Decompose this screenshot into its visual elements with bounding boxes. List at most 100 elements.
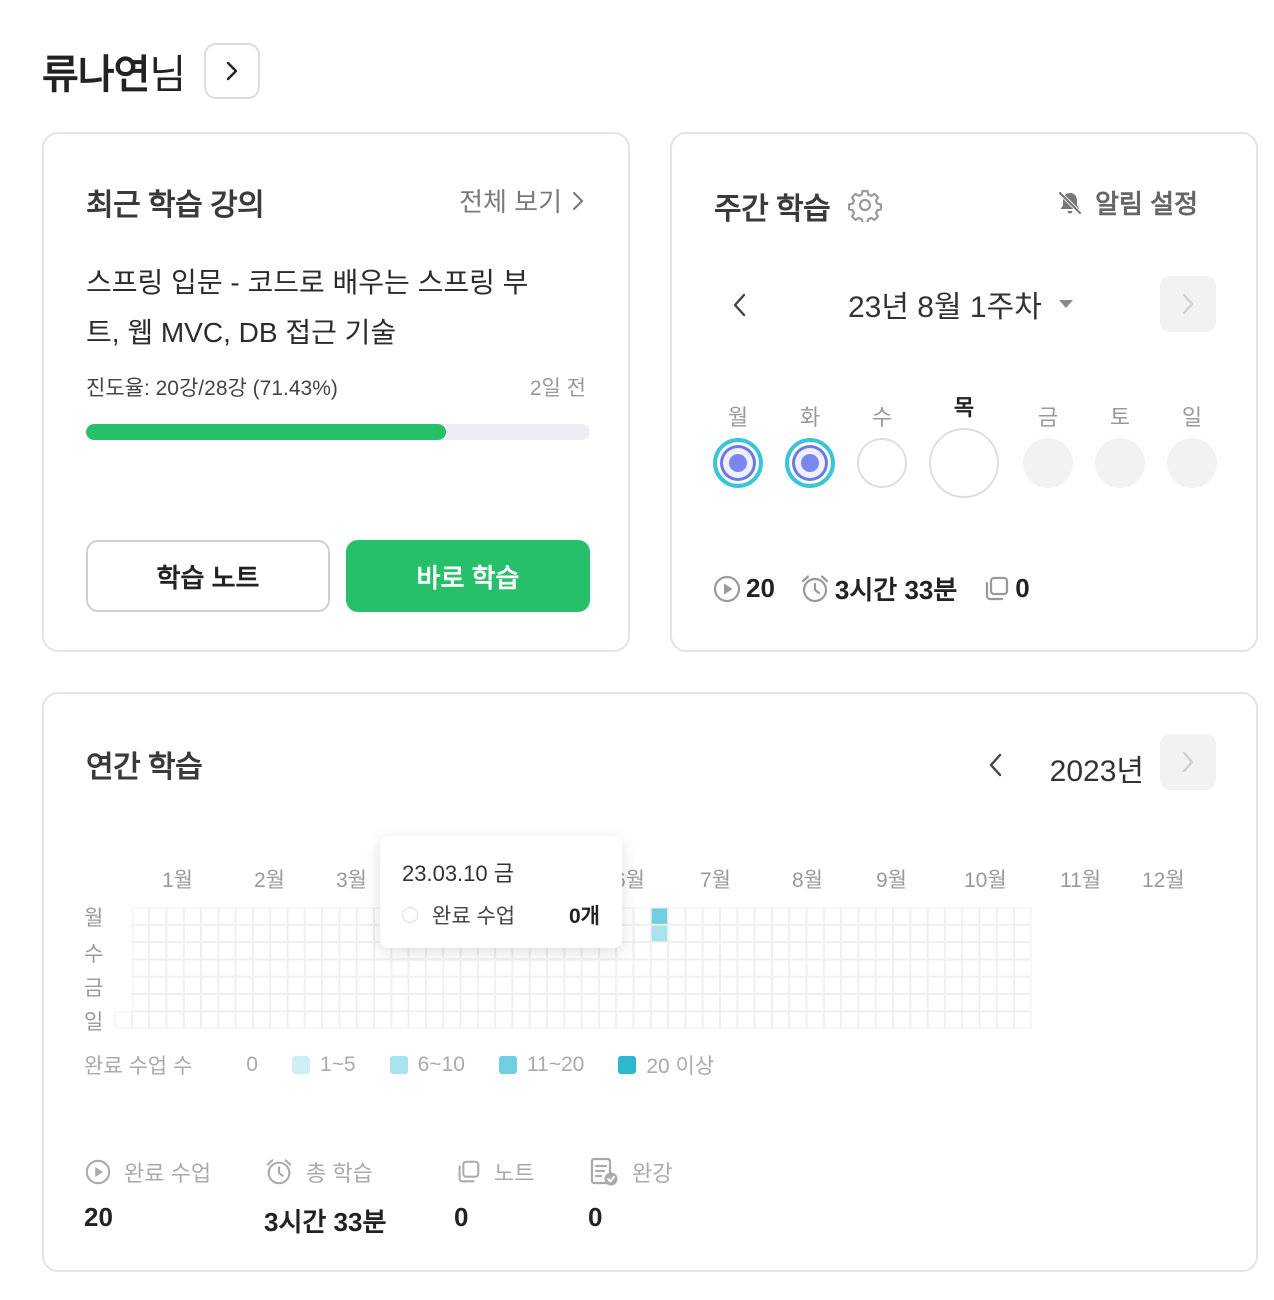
heatmap-cell[interactable] bbox=[893, 924, 911, 943]
heatmap-cell[interactable] bbox=[944, 994, 963, 1012]
heatmap-cell[interactable] bbox=[581, 959, 599, 977]
heatmap-cell[interactable] bbox=[720, 994, 738, 1012]
heatmap-cell[interactable] bbox=[218, 924, 236, 943]
heatmap-cell[interactable] bbox=[650, 959, 669, 977]
heatmap-cell[interactable] bbox=[962, 907, 980, 925]
heatmap-cell[interactable] bbox=[183, 907, 201, 925]
heatmap-cell[interactable] bbox=[131, 976, 150, 994]
alarm-settings-button[interactable]: 알림 설정 bbox=[1055, 184, 1198, 221]
heatmap-cell[interactable] bbox=[944, 907, 963, 925]
heatmap-cell[interactable] bbox=[633, 976, 651, 994]
heatmap-cell[interactable] bbox=[166, 942, 184, 960]
heatmap-cell[interactable] bbox=[841, 924, 859, 943]
heatmap-cell[interactable] bbox=[823, 907, 842, 925]
heatmap-cell[interactable] bbox=[668, 994, 686, 1012]
heatmap-cell[interactable] bbox=[495, 994, 513, 1012]
heatmap-cell[interactable] bbox=[927, 907, 945, 925]
start-study-button[interactable]: 바로 학습 bbox=[346, 540, 590, 612]
heatmap-cell[interactable] bbox=[131, 994, 150, 1012]
heatmap-cell[interactable] bbox=[356, 994, 374, 1012]
heatmap-cell[interactable] bbox=[131, 907, 150, 925]
heatmap-cell[interactable] bbox=[944, 976, 963, 994]
heatmap-cell[interactable] bbox=[218, 942, 236, 960]
heatmap-cell[interactable] bbox=[166, 976, 184, 994]
heatmap-cell[interactable] bbox=[927, 976, 945, 994]
heatmap-cell[interactable] bbox=[858, 1011, 876, 1029]
heatmap-cell[interactable] bbox=[131, 959, 150, 977]
heatmap-cell[interactable] bbox=[252, 924, 271, 943]
heatmap-cell[interactable] bbox=[1014, 907, 1032, 925]
heatmap-cell[interactable] bbox=[633, 907, 651, 925]
heatmap-cell[interactable] bbox=[149, 994, 167, 1012]
heatmap-cell[interactable] bbox=[979, 924, 997, 943]
heatmap-cell[interactable] bbox=[322, 907, 340, 925]
heatmap-cell[interactable] bbox=[443, 959, 461, 977]
heatmap-cell[interactable] bbox=[771, 924, 790, 943]
heatmap-cell[interactable] bbox=[218, 994, 236, 1012]
heatmap-cell[interactable] bbox=[201, 1011, 219, 1029]
heatmap-cell[interactable] bbox=[201, 942, 219, 960]
heatmap-cell[interactable] bbox=[374, 994, 392, 1012]
heatmap-cell[interactable] bbox=[616, 976, 634, 994]
weekday-1[interactable]: 화 bbox=[770, 400, 850, 488]
previous-year-button[interactable] bbox=[984, 750, 1008, 780]
heatmap-cell[interactable] bbox=[702, 959, 721, 977]
heatmap-cell[interactable] bbox=[962, 959, 980, 977]
heatmap-cell[interactable] bbox=[685, 959, 703, 977]
heatmap-cell[interactable] bbox=[131, 942, 150, 960]
heatmap-cell[interactable] bbox=[425, 959, 444, 977]
heatmap-cell[interactable] bbox=[374, 1011, 392, 1029]
heatmap-cell[interactable] bbox=[858, 994, 876, 1012]
heatmap-cell[interactable] bbox=[252, 942, 271, 960]
heatmap-cell[interactable] bbox=[841, 942, 859, 960]
heatmap-cell[interactable] bbox=[287, 959, 305, 977]
heatmap-cell[interactable] bbox=[720, 976, 738, 994]
weekday-6[interactable]: 일 bbox=[1152, 400, 1232, 488]
heatmap-cell[interactable] bbox=[754, 907, 772, 925]
heatmap-cell[interactable] bbox=[270, 942, 288, 960]
heatmap-cell[interactable] bbox=[564, 959, 582, 977]
heatmap-cell[interactable] bbox=[702, 976, 721, 994]
heatmap-cell[interactable] bbox=[771, 994, 790, 1012]
heatmap-cell[interactable] bbox=[356, 907, 374, 925]
heatmap-cell[interactable] bbox=[270, 959, 288, 977]
heatmap-cell[interactable] bbox=[927, 959, 945, 977]
heatmap-cell[interactable] bbox=[391, 959, 409, 977]
heatmap-cell[interactable] bbox=[512, 959, 530, 977]
heatmap-cell[interactable] bbox=[720, 959, 738, 977]
heatmap-cell[interactable] bbox=[910, 924, 928, 943]
heatmap-cell[interactable] bbox=[996, 1011, 1015, 1029]
heatmap-cell[interactable] bbox=[650, 924, 669, 943]
heatmap-cell[interactable] bbox=[425, 976, 444, 994]
heatmap-cell[interactable] bbox=[737, 959, 755, 977]
heatmap-cell[interactable] bbox=[495, 959, 513, 977]
heatmap-cell[interactable] bbox=[633, 1011, 651, 1029]
heatmap-cell[interactable] bbox=[304, 976, 323, 994]
heatmap-cell[interactable] bbox=[166, 924, 184, 943]
annual-heatmap[interactable] bbox=[114, 907, 1218, 1031]
heatmap-cell[interactable] bbox=[910, 994, 928, 1012]
heatmap-cell[interactable] bbox=[270, 976, 288, 994]
heatmap-cell[interactable] bbox=[996, 942, 1015, 960]
heatmap-cell[interactable] bbox=[616, 959, 634, 977]
profile-link-button[interactable] bbox=[204, 43, 261, 99]
heatmap-cell[interactable] bbox=[581, 994, 599, 1012]
heatmap-cell[interactable] bbox=[650, 942, 669, 960]
heatmap-cell[interactable] bbox=[979, 959, 997, 977]
heatmap-cell[interactable] bbox=[668, 976, 686, 994]
heatmap-cell[interactable] bbox=[754, 976, 772, 994]
heatmap-cell[interactable] bbox=[114, 1011, 132, 1029]
heatmap-cell[interactable] bbox=[391, 976, 409, 994]
heatmap-cell[interactable] bbox=[720, 942, 738, 960]
heatmap-cell[interactable] bbox=[702, 1011, 721, 1029]
heatmap-cell[interactable] bbox=[252, 976, 271, 994]
heatmap-cell[interactable] bbox=[771, 1011, 790, 1029]
heatmap-cell[interactable] bbox=[685, 907, 703, 925]
heatmap-cell[interactable] bbox=[806, 976, 824, 994]
heatmap-cell[interactable] bbox=[547, 959, 565, 977]
heatmap-cell[interactable] bbox=[893, 959, 911, 977]
heatmap-cell[interactable] bbox=[322, 994, 340, 1012]
heatmap-cell[interactable] bbox=[149, 1011, 167, 1029]
heatmap-cell[interactable] bbox=[720, 924, 738, 943]
heatmap-cell[interactable] bbox=[356, 959, 374, 977]
